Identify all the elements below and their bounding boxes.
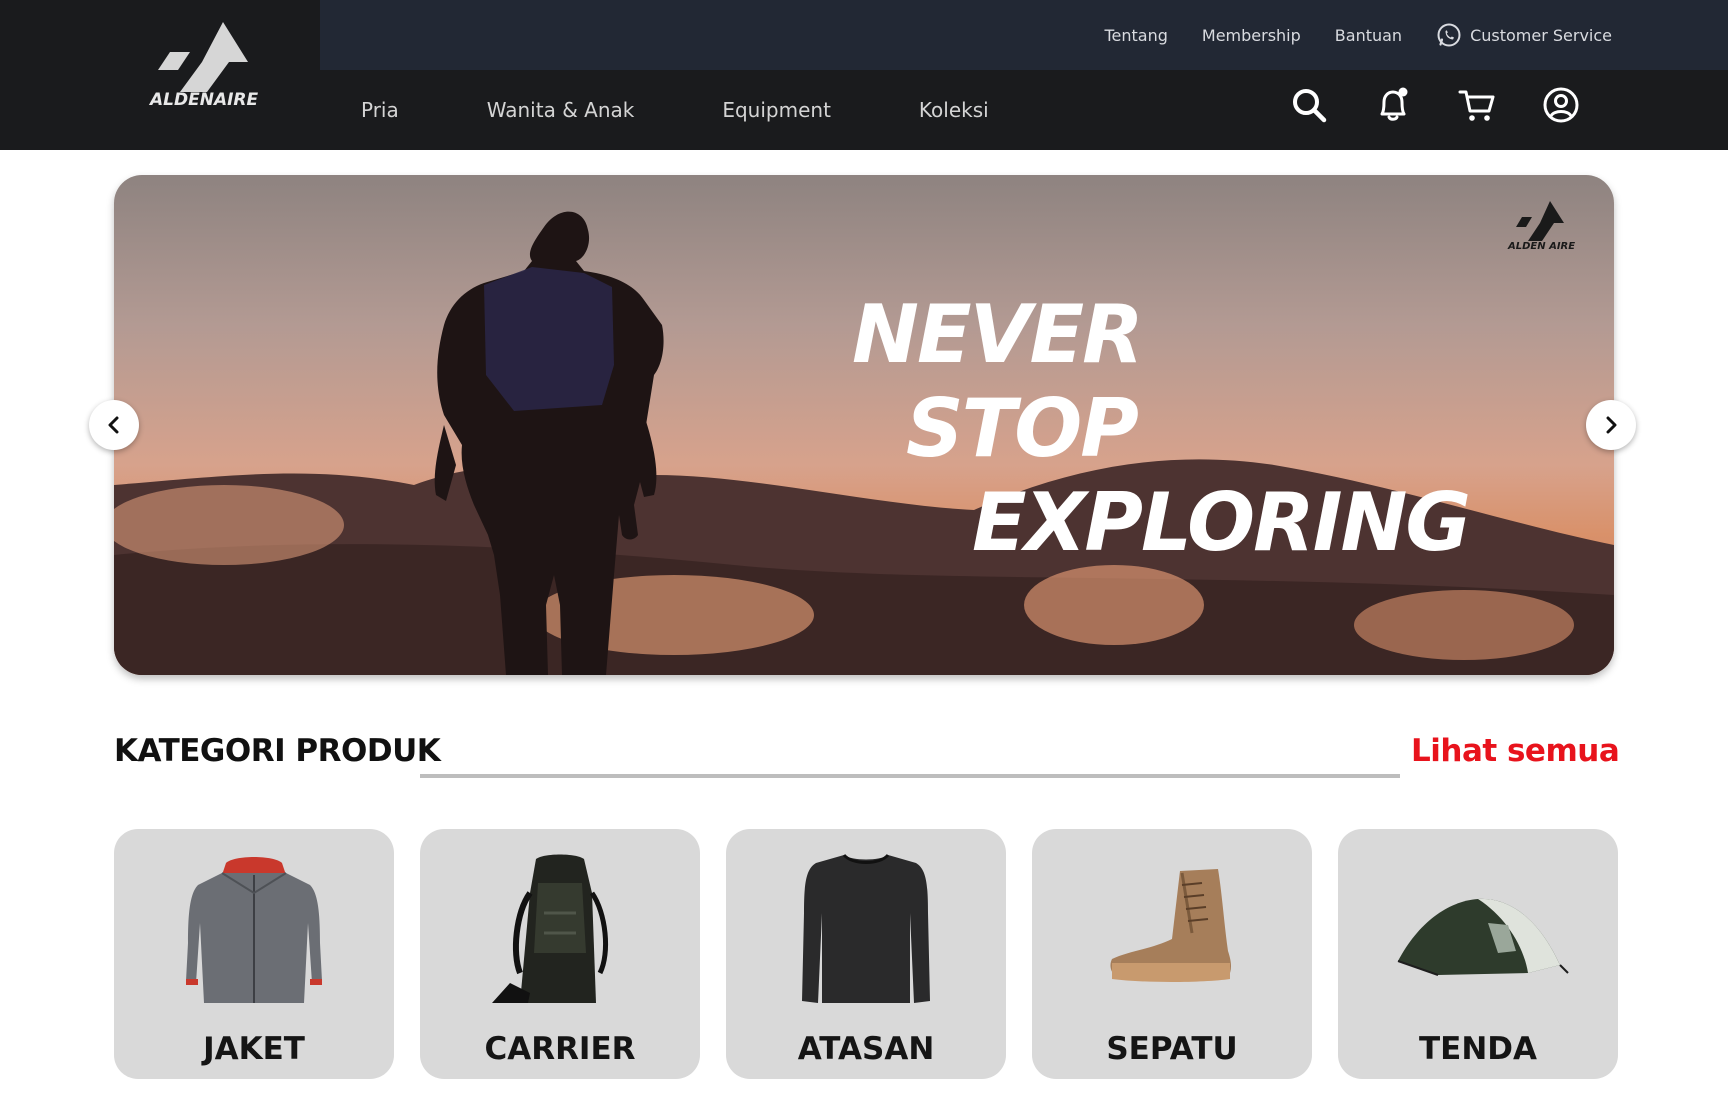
carousel-next-button[interactable] (1586, 400, 1636, 450)
user-account-icon[interactable] (1542, 86, 1580, 124)
customer-service-label: Customer Service (1470, 25, 1612, 45)
shirt-icon (802, 853, 930, 1003)
category-section-title: KATEGORI PRODUK (114, 733, 441, 769)
category-label-atasan: ATASAN (797, 1031, 935, 1067)
header-actions (1290, 86, 1580, 124)
nav-item-pria[interactable]: Pria (361, 98, 399, 122)
category-label-carrier: CARRIER (484, 1031, 636, 1067)
backpack-icon (492, 854, 609, 1003)
top-link-tentang[interactable]: Tentang (1104, 26, 1167, 45)
top-link-membership[interactable]: Membership (1202, 26, 1301, 45)
jacket-icon (186, 857, 322, 1003)
notification-bell-icon[interactable] (1374, 86, 1412, 124)
customer-service-link[interactable]: Customer Service (1436, 22, 1612, 48)
category-card-jaket[interactable]: JAKET (114, 829, 394, 1079)
whatsapp-icon (1437, 23, 1461, 47)
nav-item-koleksi[interactable]: Koleksi (919, 98, 989, 122)
category-label-tenda: TENDA (1419, 1031, 1537, 1067)
category-card-tenda[interactable]: TENDA (1338, 829, 1618, 1079)
boot-icon (1110, 869, 1231, 982)
chevron-right-icon (1606, 416, 1617, 434)
main-nav: Pria Wanita & Anak Equipment Koleksi (361, 70, 1077, 150)
brand-mountain-icon (158, 22, 248, 92)
nav-item-equipment[interactable]: Equipment (722, 98, 831, 122)
hero-photo (114, 211, 1614, 675)
category-label-sepatu: SEPATU (1106, 1031, 1238, 1067)
category-divider (420, 774, 1400, 778)
category-label-jaket: JAKET (203, 1031, 305, 1067)
category-card-carrier[interactable]: CARRIER (420, 829, 700, 1079)
hero-headline-line-2: STOP (906, 382, 1139, 475)
category-card-sepatu[interactable]: SEPATU (1032, 829, 1312, 1079)
category-card-atasan[interactable]: ATASAN (726, 829, 1006, 1079)
chevron-left-icon (108, 416, 119, 434)
hero-banner[interactable]: NEVER STOP EXPLORING ALDEN AIRE (114, 175, 1614, 675)
brand-wordmark: ALDENAIRE (150, 90, 259, 110)
nav-item-wanita-anak[interactable]: Wanita & Anak (487, 98, 635, 122)
brand-mountain-icon (1516, 201, 1564, 241)
top-links: Tentang Membership Bantuan Customer Serv… (1104, 0, 1612, 70)
brand-logo[interactable]: ALDENAIRE (140, 18, 280, 118)
hero-headline-line-3: EXPLORING (972, 476, 1471, 569)
site-header: Tentang Membership Bantuan Customer Serv… (0, 0, 1728, 150)
hero-brand-wordmark: ALDEN AIRE (1508, 241, 1576, 252)
hero-headline-line-1: NEVER (852, 288, 1144, 381)
see-all-link[interactable]: Lihat semua (1411, 733, 1620, 769)
carousel-prev-button[interactable] (89, 400, 139, 450)
hero-brand-logo: ALDEN AIRE (1508, 199, 1588, 259)
search-icon[interactable] (1290, 86, 1328, 124)
top-link-bantuan[interactable]: Bantuan (1335, 26, 1402, 45)
cart-icon[interactable] (1458, 86, 1496, 124)
tent-icon (1397, 898, 1569, 976)
category-cards: JAKET CARRIER ATASAN SEPATU TENDA (114, 829, 1618, 1079)
top-bar: Tentang Membership Bantuan Customer Serv… (320, 0, 1728, 70)
